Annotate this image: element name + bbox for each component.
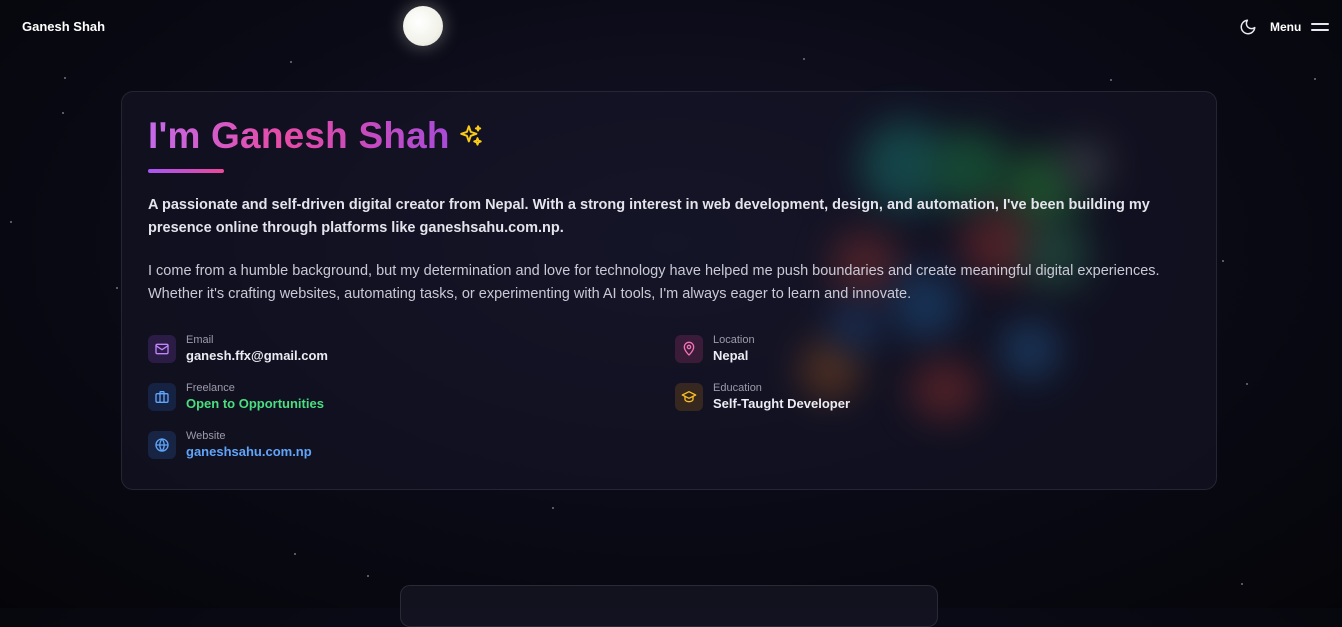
mail-icon — [148, 335, 176, 363]
about-card: I'm Ganesh Shah A passionate and self-dr… — [121, 91, 1217, 490]
top-navbar: Ganesh Shah Menu — [0, 0, 1342, 54]
next-section-panel — [400, 585, 938, 627]
website-link[interactable]: ganeshsahu.com.np — [186, 443, 312, 461]
freelance-value: Open to Opportunities — [186, 396, 324, 411]
hero-title: I'm Ganesh Shah — [148, 115, 450, 156]
info-freelance: Freelance Open to Opportunities — [148, 382, 324, 413]
globe-icon — [148, 431, 176, 459]
website-label: Website — [186, 430, 226, 442]
theme-toggle-button[interactable] — [1239, 18, 1257, 36]
education-label: Education — [713, 382, 762, 394]
intro-body: I come from a humble background, but my … — [148, 263, 1160, 302]
title-underline — [148, 169, 224, 173]
menu-label: Menu — [1270, 20, 1302, 34]
location-label: Location — [713, 334, 755, 346]
moon-icon — [1240, 19, 1256, 35]
freelance-label: Freelance — [186, 382, 235, 394]
site-brand[interactable]: Ganesh Shah — [22, 19, 105, 34]
location-value: Nepal — [713, 348, 749, 363]
briefcase-icon — [148, 383, 176, 411]
sparkle-icon — [459, 125, 482, 146]
intro-lead: A passionate and self-driven digital cre… — [148, 197, 1150, 236]
moon-decoration — [403, 6, 443, 46]
hero-headline: I'm Ganesh Shah — [148, 114, 484, 158]
map-pin-icon — [675, 335, 703, 363]
email-value[interactable]: ganesh.ffx@gmail.com — [186, 347, 328, 365]
info-education: Education Self-Taught Developer — [675, 382, 851, 413]
graduation-cap-icon — [675, 383, 703, 411]
email-label: Email — [186, 334, 214, 346]
info-email: Email ganesh.ffx@gmail.com — [148, 334, 328, 365]
info-website: Website ganeshsahu.com.np — [148, 430, 312, 461]
info-location: Location Nepal — [675, 334, 755, 365]
education-value: Self-Taught Developer — [713, 396, 851, 411]
hamburger-icon — [1311, 22, 1330, 32]
menu-button[interactable]: Menu — [1270, 19, 1330, 35]
